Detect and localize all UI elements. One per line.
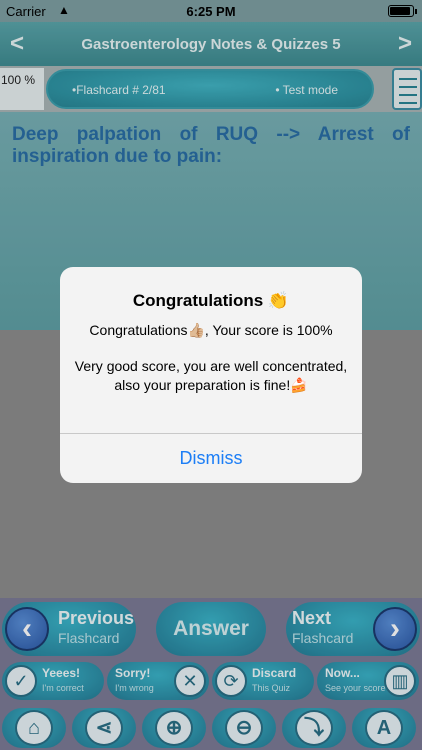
alert-feedback-message: Very good score, you are well concentrat… <box>74 358 348 393</box>
dismiss-button[interactable]: Dismiss <box>60 434 362 483</box>
alert-title: Congratulations 👏 <box>132 291 290 310</box>
congratulations-alert: Congratulations 👏 Congratulations👍🏼, You… <box>60 267 362 483</box>
alert-score-message: Congratulations👍🏼, Your score is 100% <box>89 322 333 338</box>
